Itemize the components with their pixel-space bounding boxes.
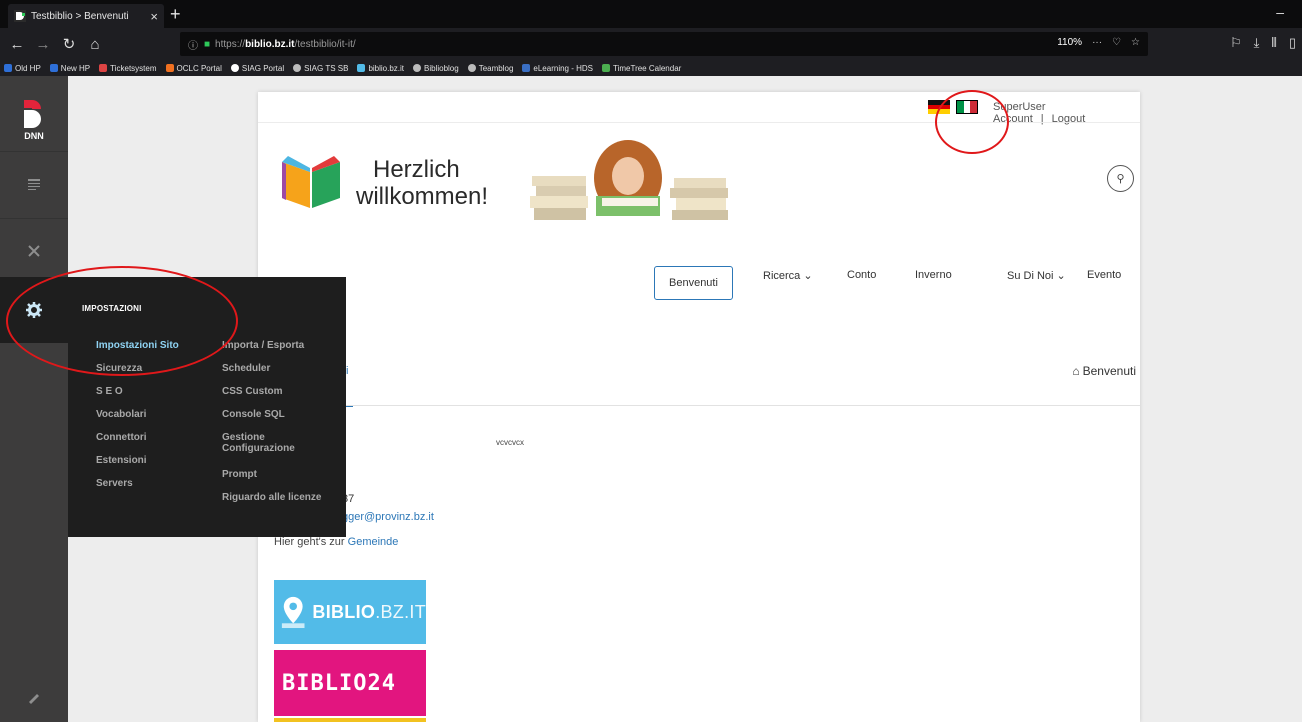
menu-connectors[interactable]: Connettori: [96, 432, 147, 443]
library-icon[interactable]: ⫴: [1271, 35, 1276, 51]
biblio-bz-banner[interactable]: BIBLIO.BZ.IT: [274, 580, 426, 644]
bookmark-biblio-bz-it[interactable]: biblio.bz.it: [357, 64, 404, 73]
nav-evento[interactable]: Evento: [1087, 269, 1121, 281]
biblio-bz-suffix: .BZ.IT: [375, 601, 426, 622]
bookmark-new-hp[interactable]: New HP: [49, 64, 90, 73]
bookmark-elearning-hds[interactable]: eLearning - HDS: [522, 64, 593, 73]
gemeinde-link[interactable]: Gemeinde: [348, 536, 399, 548]
menu-console-sql[interactable]: Console SQL: [222, 409, 285, 420]
browser-tab-bar: Testbiblio > Benvenuti × + –: [0, 0, 1302, 28]
url-prefix: https://: [215, 38, 246, 50]
page-actions-icon[interactable]: ···: [1092, 37, 1102, 48]
menu-prompt[interactable]: Prompt: [222, 469, 257, 480]
tab-close-icon[interactable]: ×: [150, 9, 158, 24]
menu-extensions[interactable]: Estensioni: [96, 455, 147, 466]
zoom-level[interactable]: 110%: [1057, 37, 1082, 48]
bookmark-oclc-portal[interactable]: OCLC Portal: [165, 64, 222, 73]
edit-pencil-icon[interactable]: [0, 672, 68, 722]
dnn-logo-text: DNN: [24, 131, 44, 141]
info-icon[interactable]: ⓘ: [188, 37, 198, 52]
menu-licensing[interactable]: Riguardo alle licenze: [222, 492, 321, 503]
dnn-favicon-icon: [14, 10, 26, 22]
search-icon[interactable]: ⚲: [1107, 165, 1134, 192]
new-tab-icon[interactable]: +: [170, 4, 181, 24]
download-icon[interactable]: ⤓: [1254, 35, 1260, 51]
menu-scheduler[interactable]: Scheduler: [222, 363, 270, 374]
content-menu-icon[interactable]: [0, 152, 68, 218]
url-path: /testbiblio/it-it/: [294, 38, 356, 50]
forward-icon[interactable]: →: [34, 36, 52, 53]
bookmark-biblioblog[interactable]: Biblioblog: [413, 64, 459, 73]
site-page: SuperUser Account | Logout Herzlich willko…: [258, 92, 1140, 722]
nav-inverno[interactable]: Inverno: [915, 269, 952, 281]
annotation-circle-italian-flag: [935, 90, 1009, 154]
bookmark-ticketsystem[interactable]: Ticketsystem: [99, 64, 157, 73]
home-breadcrumb-icon[interactable]: ⌂: [1072, 364, 1079, 378]
nav-benvenuti[interactable]: Benvenuti: [654, 266, 733, 300]
welcome-line-1: Herzlich: [373, 156, 460, 183]
open-book-logo-icon[interactable]: [274, 150, 354, 212]
map-pin-icon: [281, 596, 305, 629]
nav-conto[interactable]: Conto: [847, 269, 876, 281]
menu-css-custom[interactable]: CSS Custom: [222, 386, 283, 397]
persona-bar: DNN: [0, 76, 68, 722]
menu-seo[interactable]: S E O: [96, 386, 123, 397]
menu-import-export[interactable]: Importa / Esporta: [222, 340, 304, 351]
annotation-circle-settings: [6, 266, 238, 376]
nav-ricerca[interactable]: Ricerca ⌄: [763, 269, 813, 282]
bookmark-teamblog[interactable]: Teamblog: [467, 64, 513, 73]
lock-icon: ■: [204, 38, 211, 50]
url-bar[interactable]: ⓘ ■ https:// biblio.bz.it /testbiblio/it…: [180, 32, 1148, 56]
bookmark-star-icon[interactable]: ☆: [1131, 37, 1140, 48]
reading-girl-banner-image: [524, 138, 736, 224]
browser-nav-bar: ← → ↻ ⌂ ⓘ ■ https:// biblio.bz.it /testb…: [0, 28, 1302, 60]
menu-config-management[interactable]: Gestione Configurazione: [222, 432, 322, 454]
welcome-line-2: willkommen!: [356, 183, 489, 210]
reload-icon[interactable]: ↻: [60, 35, 78, 53]
browser-tab[interactable]: Testbiblio > Benvenuti ×: [8, 4, 164, 28]
biblio24-text: BIBLIO24: [282, 670, 396, 696]
welcome-heading: Herzlich willkommen!: [356, 156, 488, 210]
minimize-window-icon[interactable]: –: [1276, 4, 1284, 20]
bookmark-siag-portal[interactable]: SIAG Portal: [230, 64, 284, 73]
url-domain: biblio.bz.it: [245, 38, 295, 50]
menu-vocabularies[interactable]: Vocabolari: [96, 409, 146, 420]
gemeinde-prefix: Hier geht's zur: [274, 536, 348, 548]
nav-su-di-noi[interactable]: Su Di Noi ⌄: [1007, 269, 1066, 282]
pocket-icon[interactable]: ♡: [1112, 37, 1121, 48]
logout-link[interactable]: Logout: [1052, 113, 1086, 125]
home-icon[interactable]: ⌂: [86, 36, 104, 53]
content-text: vcvcvcx: [496, 438, 524, 447]
sidebar-icon[interactable]: ▯: [1289, 35, 1296, 51]
email-link[interactable]: gger@provinz.bz.it: [342, 511, 434, 523]
bookmarks-toolbar: Old HP New HP Ticketsystem OCLC Portal S…: [0, 60, 1302, 76]
bookmark-old-hp[interactable]: Old HP: [4, 64, 41, 73]
extension-icon[interactable]: ⚐: [1230, 35, 1242, 51]
back-icon[interactable]: ←: [8, 36, 26, 53]
biblio-bz-name: BIBLIO: [312, 601, 376, 622]
biblio24-banner[interactable]: BIBLIO24: [274, 650, 426, 716]
tab-title: Testbiblio > Benvenuti: [31, 10, 129, 22]
account-separator: |: [1040, 113, 1044, 125]
dnn-logo-icon[interactable]: [0, 92, 68, 152]
menu-servers[interactable]: Servers: [96, 478, 133, 489]
bookmark-timetree-calendar[interactable]: TimeTree Calendar: [602, 64, 681, 73]
gemeinde-text: Hier geht's zur Gemeinde: [274, 536, 398, 548]
breadcrumb: ⌂ Benvenuti: [1072, 364, 1136, 378]
bookmark-siag-ts-sb[interactable]: SIAG TS SB: [293, 64, 348, 73]
breadcrumb-current[interactable]: Benvenuti: [1083, 364, 1136, 378]
